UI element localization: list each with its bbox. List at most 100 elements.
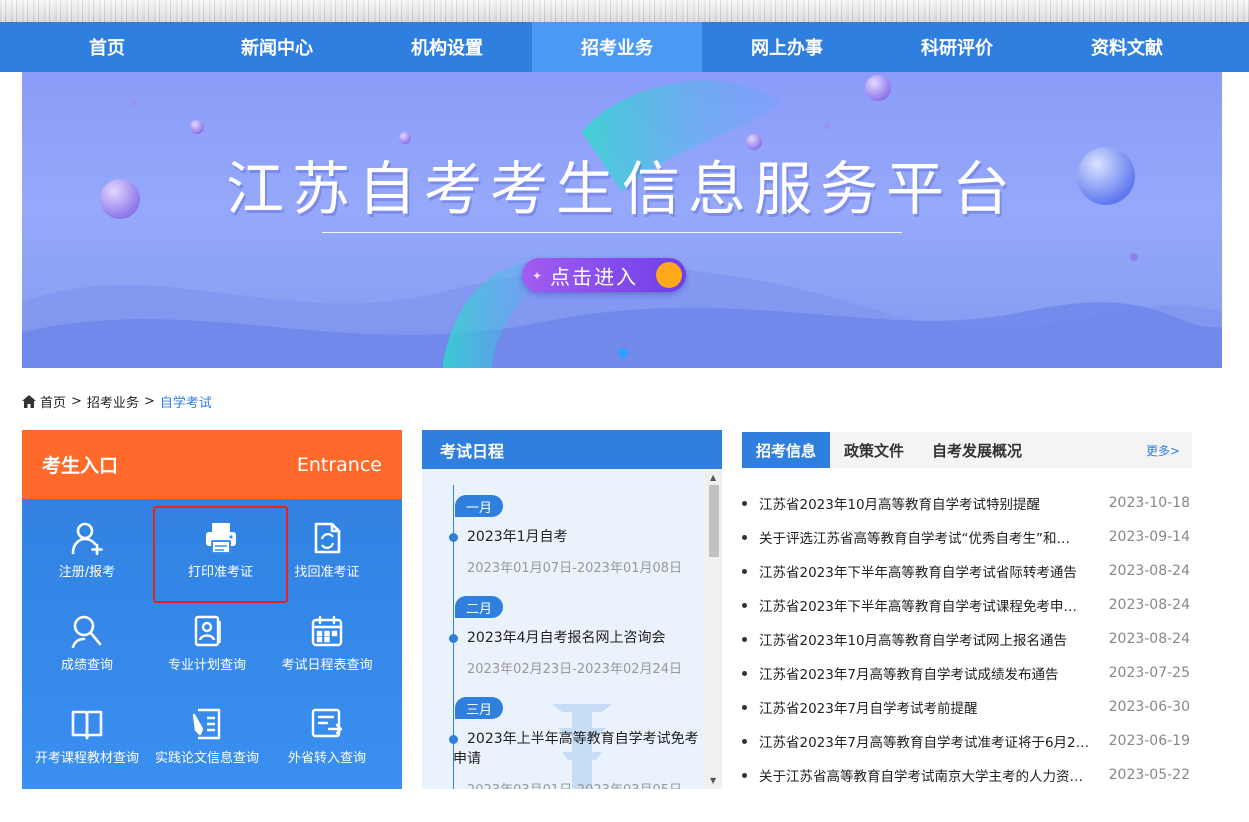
id-card-icon	[194, 615, 221, 647]
tab-admissions-info[interactable]: 招考信息	[742, 432, 831, 468]
entry-practice-thesis-label: 实践论文信息查询	[154, 751, 259, 766]
sparkle-icon: ✦	[532, 269, 545, 283]
scroll-down-arrow-icon[interactable]: ▼	[710, 776, 716, 785]
news-title[interactable]: 江苏省2023年7月高等教育自学考试准考证将于6月2…	[759, 731, 1095, 751]
search-person-icon	[71, 615, 102, 648]
breadcrumb-separator: >	[71, 393, 82, 409]
banner-enter-button[interactable]: ✦ 点击进入	[522, 258, 686, 292]
news-date: 2023-08-24	[1108, 631, 1190, 647]
list-item: 江苏省2023年10月高等教育自学考试特别提醒 2023-10-18	[742, 486, 1192, 520]
entry-register-label: 注册/报考	[58, 565, 116, 580]
nav-item-admissions[interactable]: 招考业务	[532, 22, 702, 72]
scroll-up-arrow-icon[interactable]: ▲	[710, 473, 716, 482]
entry-score-query[interactable]: 成绩查询	[22, 614, 152, 704]
news-title[interactable]: 江苏省2023年下半年高等教育自学考试课程免考申…	[759, 595, 1095, 615]
nav-item-online-services[interactable]: 网上办事	[702, 22, 872, 72]
breadcrumb-admissions[interactable]: 招考业务	[87, 392, 139, 411]
list-item: 江苏省2023年7月高等教育自学考试准考证将于6月2… 2023-06-19	[742, 724, 1192, 758]
nav-item-home[interactable]: 首页	[22, 22, 192, 72]
schedule-timeline[interactable]: 一月 2023年1月自考 2023年01月07日-2023年01月08日 二月 …	[422, 469, 722, 789]
entrance-title: 考生入口	[42, 455, 119, 477]
news-date: 2023-07-25	[1108, 665, 1190, 681]
bullet-icon	[742, 568, 747, 574]
schedule-event-date: 2023年02月23日-2023年02月24日	[467, 662, 683, 677]
breadcrumb-home[interactable]: 首页	[40, 392, 66, 411]
timeline-dot	[449, 533, 458, 542]
entry-retrieve-label: 找回准考证	[294, 565, 360, 580]
entry-exam-schedule-query[interactable]: 考试日程表查询	[262, 614, 392, 704]
entry-course-textbook-query[interactable]: 开考课程教材查询	[22, 707, 152, 797]
printer-icon	[205, 523, 236, 554]
news-panel: 招考信息 政策文件 自考发展概况 更多> 江苏省2023年10月高等教育自学考试…	[742, 432, 1192, 792]
nav-item-documents[interactable]: 资料文献	[1042, 22, 1212, 72]
entry-practice-thesis-query[interactable]: 实践论文信息查询	[142, 707, 272, 797]
home-icon	[22, 394, 36, 408]
news-date: 2023-06-30	[1108, 699, 1190, 715]
carousel-indicator[interactable]	[618, 348, 628, 358]
entry-retrieve-admission-ticket[interactable]: 找回准考证	[262, 521, 392, 611]
nav-item-news[interactable]: 新闻中心	[192, 22, 362, 72]
breadcrumb: 首页 > 招考业务 > 自学考试	[22, 392, 212, 411]
bullet-icon	[742, 738, 747, 744]
user-add-icon	[71, 522, 103, 555]
list-item: 关于评选江苏省高等教育自学考试“优秀自考生”和… 2023-09-14	[742, 520, 1192, 554]
news-title[interactable]: 江苏省2023年下半年高等教育自学考试省际转考通告	[759, 561, 1095, 581]
entry-major-plan-query[interactable]: 专业计划查询	[142, 614, 272, 704]
list-item: 江苏省2023年下半年高等教育自学考试课程免考申… 2023-08-24	[742, 588, 1192, 622]
news-list: 江苏省2023年10月高等教育自学考试特别提醒 2023-10-18 关于评选江苏…	[742, 486, 1192, 792]
news-title[interactable]: 关于江苏省高等教育自学考试南京大学主考的人力资…	[759, 765, 1095, 785]
banner-enter-label: 点击进入	[550, 264, 638, 289]
entry-score-label: 成绩查询	[60, 658, 113, 673]
schedule-scrollbar[interactable]: ▲ ▼	[706, 469, 722, 789]
bullet-icon	[742, 534, 747, 540]
list-item: 江苏省2023年7月自学考试考前提醒 2023-06-30	[742, 690, 1192, 724]
entrance-grid: 注册/报考 打印准考证 找回准考证 成绩查询 专业计划查询 考试日程表查询 开考…	[22, 499, 402, 789]
entry-transfer-in-label: 外省转入查询	[287, 751, 366, 766]
schedule-header: 考试日程	[422, 430, 722, 469]
pen-document-icon	[192, 708, 221, 740]
entry-major-plan-label: 专业计划查询	[167, 658, 246, 673]
month-tag: 一月	[455, 495, 503, 517]
candidate-entrance-panel: 考生入口 Entrance 注册/报考 打印准考证 找回准考证 成绩查询 专业计…	[22, 430, 402, 789]
hero-banner[interactable]: 江苏自考考生信息服务平台 ✦ 点击进入	[22, 72, 1222, 368]
calendar-icon	[311, 615, 343, 647]
tab-development-overview[interactable]: 自考发展概况	[918, 432, 1036, 468]
book-icon	[71, 710, 103, 740]
breadcrumb-current: 自学考试	[159, 395, 212, 411]
news-date: 2023-08-24	[1108, 597, 1190, 613]
refresh-document-icon	[314, 522, 341, 554]
entry-course-textbook-label: 开考课程教材查询	[34, 751, 139, 766]
news-title[interactable]: 关于评选江苏省高等教育自学考试“优秀自考生”和…	[759, 527, 1095, 547]
tab-policy-documents[interactable]: 政策文件	[830, 432, 918, 468]
month-tag: 三月	[455, 697, 503, 719]
news-title[interactable]: 江苏省2023年7月自学考试考前提醒	[759, 697, 1095, 717]
news-more-link[interactable]: 更多>	[1146, 442, 1180, 459]
schedule-event-title[interactable]: 2023年1月自考	[467, 527, 699, 547]
news-title[interactable]: 江苏省2023年10月高等教育自学考试特别提醒	[759, 493, 1095, 513]
news-title[interactable]: 江苏省2023年10月高等教育自学考试网上报名通告	[759, 629, 1095, 649]
bullet-icon	[742, 636, 747, 642]
bullet-icon	[742, 670, 747, 676]
banner-title: 江苏自考考生信息服务平台	[225, 155, 1018, 223]
nav-item-organization[interactable]: 机构设置	[362, 22, 532, 72]
schedule-event-title[interactable]: 2023年4月自考报名网上咨询会	[467, 628, 699, 648]
header-sketch-strip	[0, 0, 1249, 22]
list-item: 江苏省2023年7月高等教育自学考试成绩发布通告 2023-07-25	[742, 656, 1192, 690]
news-tabs: 招考信息 政策文件 自考发展概况 更多>	[742, 432, 1192, 468]
bullet-icon	[742, 602, 747, 608]
transfer-document-icon	[311, 708, 343, 738]
list-item: 江苏省2023年10月高等教育自学考试网上报名通告 2023-08-24	[742, 622, 1192, 656]
breadcrumb-separator: >	[143, 393, 155, 409]
news-date: 2023-09-14	[1108, 529, 1190, 545]
entry-register[interactable]: 注册/报考	[22, 521, 152, 611]
scroll-thumb[interactable]	[709, 485, 719, 557]
bullet-icon	[742, 772, 747, 778]
bullet-icon	[742, 704, 747, 710]
news-title[interactable]: 江苏省2023年7月高等教育自学考试成绩发布通告	[759, 663, 1095, 683]
entry-transfer-in-query[interactable]: 外省转入查询	[262, 707, 392, 797]
nav-item-research[interactable]: 科研评价	[872, 22, 1042, 72]
schedule-event-title[interactable]: 2023年上半年高等教育自学考试免考申请	[453, 729, 699, 769]
news-date: 2023-10-18	[1108, 495, 1190, 511]
list-item: 关于江苏省高等教育自学考试南京大学主考的人力资… 2023-05-22	[742, 758, 1192, 792]
exam-schedule-panel: 考试日程 一月 2023年1月自考 2023年01月07日-2023年01月08…	[422, 430, 722, 789]
